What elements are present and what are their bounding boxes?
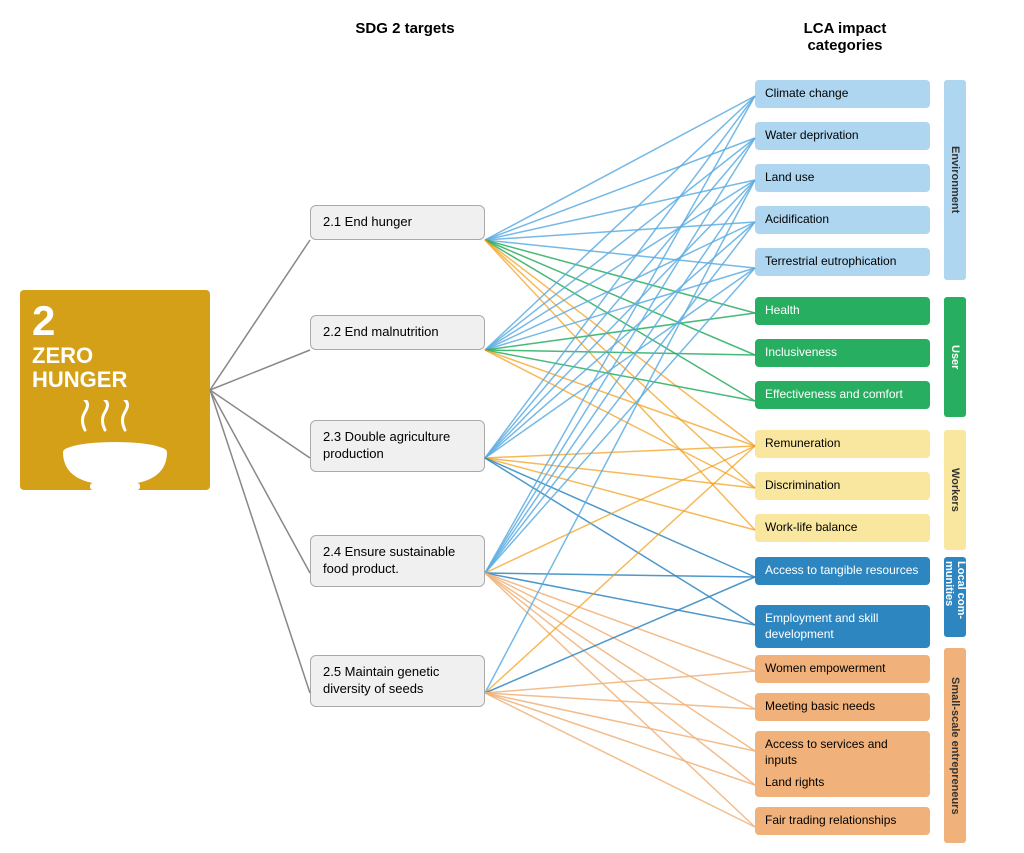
target-box-1: 2.1 End hunger	[310, 205, 485, 240]
lca-effectiveness-comfort: Effectiveness and comfort	[755, 381, 930, 409]
target-box-2: 2.2 End malnutrition	[310, 315, 485, 350]
lca-work-life-balance: Work-life balance	[755, 514, 930, 542]
lca-discrimination: Discrimination	[755, 472, 930, 500]
sdg-bowl-icon	[32, 400, 198, 490]
lca-land-rights: Land rights	[755, 769, 930, 797]
lca-access-tangible: Access to tangible resources	[755, 557, 930, 585]
sdg-targets-header: SDG 2 targets	[310, 20, 500, 37]
lca-land-use: Land use	[755, 164, 930, 192]
sdg-number: 2	[32, 300, 55, 342]
lca-employment-skill: Employment and skill development	[755, 605, 930, 648]
lca-acidification: Acidification	[755, 206, 930, 234]
side-label-local: Local com-munities	[944, 557, 966, 637]
sdg-icon: 2 ZEROHUNGER	[20, 290, 210, 490]
lca-meeting-basic-needs: Meeting basic needs	[755, 693, 930, 721]
target-box-5: 2.5 Maintain genetic diversity of seeds	[310, 655, 485, 707]
lca-health: Health	[755, 297, 930, 325]
lca-inclusiveness: Inclusiveness	[755, 339, 930, 367]
lca-access-services: Access to services and inputs	[755, 731, 930, 774]
lca-fair-trading: Fair trading relationships	[755, 807, 930, 835]
lca-women-empowerment: Women empowerment	[755, 655, 930, 683]
side-label-workers: Workers	[944, 430, 966, 550]
target-box-3: 2.3 Double agriculture production	[310, 420, 485, 472]
side-label-small-scale: Small-scale entrepreneurs	[944, 648, 966, 843]
sdg-title: ZEROHUNGER	[32, 344, 127, 392]
lca-terrestrial-eutrophication: Terrestrial eutrophication	[755, 248, 930, 276]
lca-header: LCA impactcategories	[750, 20, 940, 54]
lca-remuneration: Remuneration	[755, 430, 930, 458]
diagram-container: 2 ZEROHUNGER SDG 2 targets LCA impactcat…	[0, 0, 1024, 853]
side-label-user: User	[944, 297, 966, 417]
lca-water-deprivation: Water deprivation	[755, 122, 930, 150]
side-label-environment: Environment	[944, 80, 966, 280]
lca-climate-change: Climate change	[755, 80, 930, 108]
target-box-4: 2.4 Ensure sustainable food product.	[310, 535, 485, 587]
